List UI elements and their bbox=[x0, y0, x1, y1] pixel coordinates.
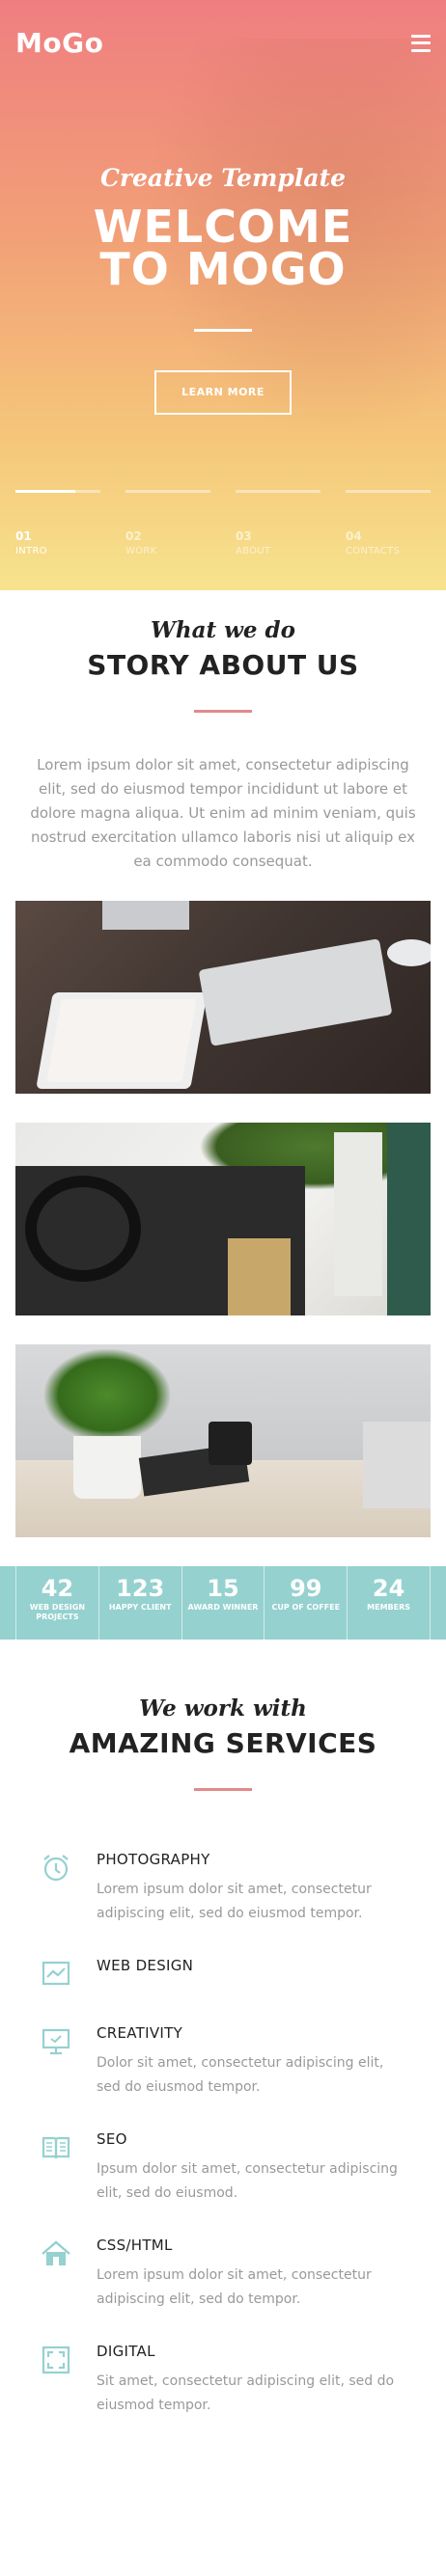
service-desc: Sit amet, consectetur adipiscing elit, s… bbox=[97, 2373, 395, 2413]
service-desc: Lorem ipsum dolor sit amet, consectetur … bbox=[97, 1882, 372, 1921]
about-heading: What we do STORY ABOUT US bbox=[0, 617, 446, 713]
service-creativity[interactable]: CREATIVITY Dolor sit amet, consectetur a… bbox=[37, 2022, 409, 2100]
slide-number: 04 bbox=[346, 529, 362, 543]
stat-number: 99 bbox=[290, 1575, 322, 1602]
house-icon bbox=[37, 2235, 75, 2273]
service-title: CSS/HTML bbox=[97, 2237, 173, 2254]
stat-number: 15 bbox=[207, 1575, 239, 1602]
alarm-clock-icon bbox=[37, 1849, 75, 1887]
slide-number: 03 bbox=[236, 529, 252, 543]
stat-item: 24 MEMBERS bbox=[348, 1566, 431, 1640]
hero-content: Creative Template WELCOME TO MOGO LEARN … bbox=[0, 164, 446, 415]
logo[interactable]: MoGo bbox=[15, 27, 103, 59]
stat-label: AWARD WINNER bbox=[187, 1603, 259, 1612]
stats-bar: 42 WEB DESIGN PROJECTS 123 HAPPY CLIENT … bbox=[0, 1566, 446, 1640]
services-title: AMAZING SERVICES bbox=[69, 1727, 377, 1759]
stat-label: MEMBERS bbox=[367, 1603, 411, 1612]
service-web-design[interactable]: WEB DESIGN bbox=[37, 1955, 409, 1993]
slide-about[interactable]: 03 ABOUT bbox=[236, 490, 321, 556]
slide-progress-bar bbox=[346, 490, 431, 493]
service-title: WEB DESIGN bbox=[97, 1957, 194, 1974]
stat-number: 24 bbox=[372, 1575, 405, 1602]
services-heading: We work with AMAZING SERVICES bbox=[0, 1695, 446, 1791]
photo-headphones-notebook bbox=[15, 1123, 431, 1315]
top-bar: MoGo bbox=[15, 27, 431, 59]
hero-section: MoGo Creative Template WELCOME TO MOGO L… bbox=[0, 0, 446, 590]
slide-intro[interactable]: 01 INTRO bbox=[15, 490, 100, 556]
slide-number: 02 bbox=[125, 529, 142, 543]
about-title: STORY ABOUT US bbox=[87, 649, 359, 681]
hamburger-icon[interactable] bbox=[411, 34, 431, 52]
slide-progress-bar bbox=[236, 490, 321, 493]
chart-monitor-icon bbox=[37, 1955, 75, 1993]
stat-label: CUP OF COFFEE bbox=[271, 1603, 341, 1612]
slide-label: ABOUT bbox=[236, 546, 271, 556]
service-title: PHOTOGRAPHY bbox=[97, 1851, 210, 1868]
slide-label: CONTACTS bbox=[346, 546, 401, 556]
service-css-html[interactable]: CSS/HTML Lorem ipsum dolor sit amet, con… bbox=[37, 2235, 409, 2312]
services-list: PHOTOGRAPHY Lorem ipsum dolor sit amet, … bbox=[0, 1849, 446, 2418]
service-desc: Lorem ipsum dolor sit amet, consectetur … bbox=[97, 2267, 372, 2307]
stat-item: 15 AWARD WINNER bbox=[182, 1566, 265, 1640]
services-section: We work with AMAZING SERVICES PHOTOGRAPH… bbox=[0, 1640, 446, 2418]
stat-number: 123 bbox=[116, 1575, 165, 1602]
service-title: DIGITAL bbox=[97, 2343, 155, 2360]
photo-plant-camera bbox=[15, 1344, 431, 1537]
slide-contacts[interactable]: 04 CONTACTS bbox=[346, 490, 431, 556]
service-title: CREATIVITY bbox=[97, 2024, 183, 2042]
slide-progress-fill bbox=[15, 490, 75, 493]
about-text: Lorem ipsum dolor sit amet, consectetur … bbox=[30, 756, 416, 870]
services-script-title: We work with bbox=[139, 1695, 307, 1722]
service-desc: Ipsum dolor sit amet, consectetur adipis… bbox=[97, 2161, 398, 2201]
slide-label: WORK bbox=[125, 546, 157, 556]
about-script-title: What we do bbox=[151, 617, 295, 643]
hero-subtitle: Creative Template bbox=[99, 164, 347, 192]
service-photography[interactable]: PHOTOGRAPHY Lorem ipsum dolor sit amet, … bbox=[37, 1849, 409, 1926]
services-divider bbox=[194, 1788, 252, 1791]
hero-title-line1: WELCOME bbox=[93, 201, 353, 253]
about-section: What we do STORY ABOUT US Lorem ipsum do… bbox=[0, 590, 446, 1537]
stat-label: HAPPY CLIENT bbox=[108, 1603, 172, 1612]
photo-desk-ipad-keyboard bbox=[15, 901, 431, 1094]
service-title: SEO bbox=[97, 2130, 127, 2148]
about-photos bbox=[0, 901, 446, 1537]
slide-number: 01 bbox=[15, 529, 32, 543]
slide-label: INTRO bbox=[15, 546, 47, 556]
service-digital[interactable]: DIGITAL Sit amet, consectetur adipiscing… bbox=[37, 2341, 409, 2418]
hero-title-line2: TO MOGO bbox=[99, 243, 347, 295]
about-divider bbox=[194, 710, 252, 713]
book-icon bbox=[37, 2129, 75, 2167]
hero-divider bbox=[194, 329, 252, 332]
hero-slider-nav: 01 INTRO 02 WORK 03 ABOUT 04 CONTACTS bbox=[15, 490, 431, 556]
slide-progress-bar bbox=[125, 490, 210, 493]
monitor-icon bbox=[37, 2022, 75, 2061]
stat-item: 99 CUP OF COFFEE bbox=[265, 1566, 348, 1640]
slide-work[interactable]: 02 WORK bbox=[125, 490, 210, 556]
stat-label: WEB DESIGN PROJECTS bbox=[29, 1603, 86, 1621]
learn-more-button[interactable]: LEARN MORE bbox=[154, 370, 292, 415]
expand-icon bbox=[37, 2341, 75, 2379]
service-desc: Dolor sit amet, consectetur adipiscing e… bbox=[97, 2055, 384, 2095]
stat-item: 123 HAPPY CLIENT bbox=[99, 1566, 182, 1640]
stat-number: 42 bbox=[41, 1575, 74, 1602]
hero-title: WELCOME TO MOGO bbox=[0, 201, 446, 295]
slide-progress-bar bbox=[15, 490, 100, 493]
stat-item: 42 WEB DESIGN PROJECTS bbox=[15, 1566, 99, 1640]
service-seo[interactable]: SEO Ipsum dolor sit amet, consectetur ad… bbox=[37, 2129, 409, 2206]
